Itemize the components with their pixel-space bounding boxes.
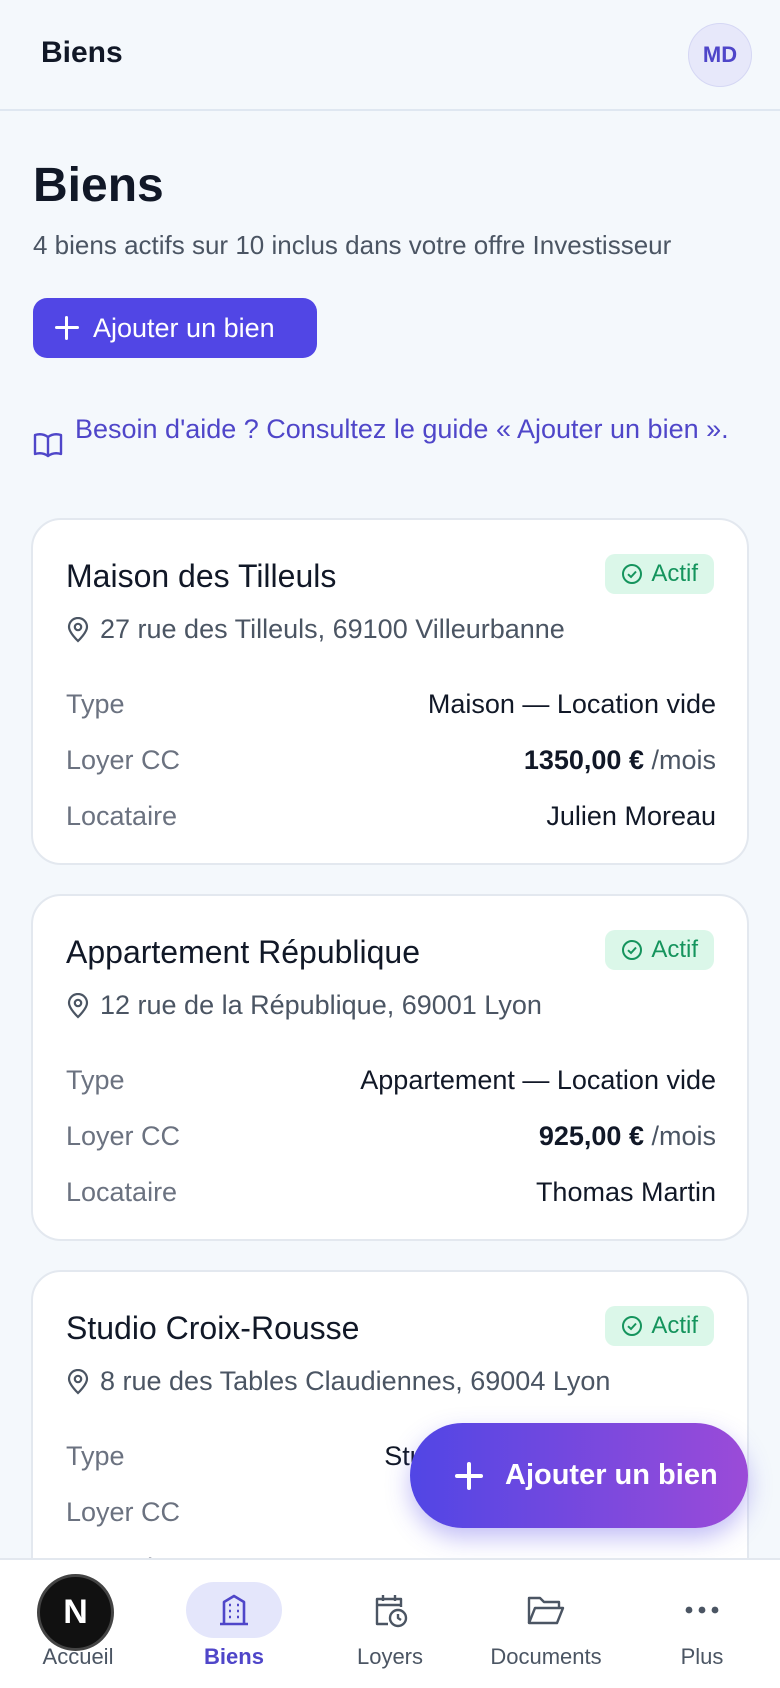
property-address-text: 8 rue des Tables Claudiennes, 69004 Lyon (100, 1366, 611, 1396)
map-pin-icon (67, 992, 89, 1019)
status-badge-label: Actif (651, 560, 698, 587)
framework-badge[interactable]: N (37, 1574, 114, 1651)
app-bar-title: Biens (41, 36, 123, 69)
check-circle-icon (622, 564, 643, 584)
type-label: Type (66, 1064, 125, 1095)
rent-value: 1350,00 € /mois (524, 745, 716, 776)
page-title: Biens (33, 159, 164, 212)
rent-label: Loyer CC (66, 1496, 181, 1527)
top-app-bar: Biens MD (0, 0, 780, 111)
rent-period: /mois (651, 744, 716, 775)
nav-item-label: Plus (680, 1644, 724, 1669)
property-name: Studio Croix-Rousse (66, 1310, 360, 1346)
property-tenant-row: Locataire Thomas Martin (66, 1172, 716, 1212)
type-label: Type (66, 1440, 125, 1471)
property-rent-row: Loyer CC 1350,00 € /mois (66, 740, 716, 780)
rent-label: Loyer CC (66, 1120, 181, 1151)
status-badge-label: Actif (651, 936, 698, 963)
property-address: 27 rue des Tilleuls, 69100 Villeurbanne (66, 614, 565, 645)
help-guide-link[interactable]: Besoin d'aide ? Consultez le guide « Ajo… (33, 408, 733, 458)
book-icon (33, 432, 63, 458)
add-property-button[interactable]: Ajouter un bien (33, 298, 317, 358)
rent-period: /mois (651, 1120, 716, 1151)
bottom-navigation: Accueil Biens Loyers Documents Plus (0, 1558, 780, 1688)
help-guide-text: Besoin d'aide ? Consultez le guide « Ajo… (75, 414, 729, 444)
status-badge: Actif (605, 1306, 714, 1346)
nav-item-label: Documents (490, 1644, 602, 1669)
add-property-button-label: Ajouter un bien (93, 312, 275, 343)
property-address: 8 rue des Tables Claudiennes, 69004 Lyon (66, 1366, 610, 1397)
tenant-label: Locataire (66, 1176, 178, 1207)
nav-item-loyers[interactable]: Loyers (312, 1560, 468, 1688)
user-avatar[interactable]: MD (688, 23, 752, 87)
type-value: Appartement — Location vide (360, 1064, 716, 1095)
property-card[interactable]: Maison des Tilleuls Actif 27 rue des Til… (31, 518, 749, 865)
status-badge: Actif (605, 554, 714, 594)
page-subtitle: 4 biens actifs sur 10 inclus dans votre … (33, 230, 672, 260)
tenant-value: Julien Moreau (546, 800, 716, 831)
property-card[interactable]: Appartement République Actif 12 rue de l… (31, 894, 749, 1241)
check-circle-icon (622, 940, 643, 960)
rent-label: Loyer CC (66, 744, 181, 775)
calendar-clock-icon (342, 1582, 438, 1638)
plus-icon (55, 316, 79, 340)
add-property-fab[interactable]: Ajouter un bien (410, 1423, 748, 1528)
property-address-text: 27 rue des Tilleuls, 69100 Villeurbanne (100, 614, 565, 644)
nav-item-label: Loyers (356, 1644, 424, 1669)
nav-item-biens[interactable]: Biens (156, 1560, 312, 1688)
map-pin-icon (67, 616, 89, 643)
fab-label: Ajouter un bien (505, 1459, 718, 1491)
plus-icon (455, 1461, 483, 1490)
building-icon (186, 1582, 282, 1638)
type-value: Maison — Location vide (427, 688, 716, 719)
more-icon (654, 1582, 750, 1638)
property-name: Appartement République (66, 934, 421, 970)
tenant-value: Thomas Martin (535, 1176, 716, 1207)
property-rent-row: Loyer CC 925,00 € /mois (66, 1116, 716, 1156)
property-address: 12 rue de la République, 69001 Lyon (66, 990, 542, 1021)
rent-amount: 925,00 € (538, 1120, 644, 1151)
rent-value: 925,00 € /mois (539, 1121, 716, 1152)
map-pin-icon (67, 1368, 89, 1395)
folder-icon (498, 1582, 594, 1638)
property-type-row: Type Appartement — Location vide (66, 1060, 716, 1100)
check-circle-icon (622, 1316, 643, 1336)
status-badge: Actif (605, 930, 714, 970)
property-tenant-row: Locataire Julien Moreau (66, 796, 716, 836)
tenant-label: Locataire (66, 800, 178, 831)
property-address-text: 12 rue de la République, 69001 Lyon (100, 990, 542, 1020)
nav-item-documents[interactable]: Documents (468, 1560, 624, 1688)
status-badge-label: Actif (651, 1312, 698, 1339)
type-label: Type (66, 688, 125, 719)
property-type-row: Type Maison — Location vide (66, 684, 716, 724)
rent-amount: 1350,00 € (523, 744, 644, 775)
nav-item-plus[interactable]: Plus (624, 1560, 780, 1688)
nav-item-label: Biens (204, 1644, 264, 1669)
property-name: Maison des Tilleuls (66, 558, 337, 594)
